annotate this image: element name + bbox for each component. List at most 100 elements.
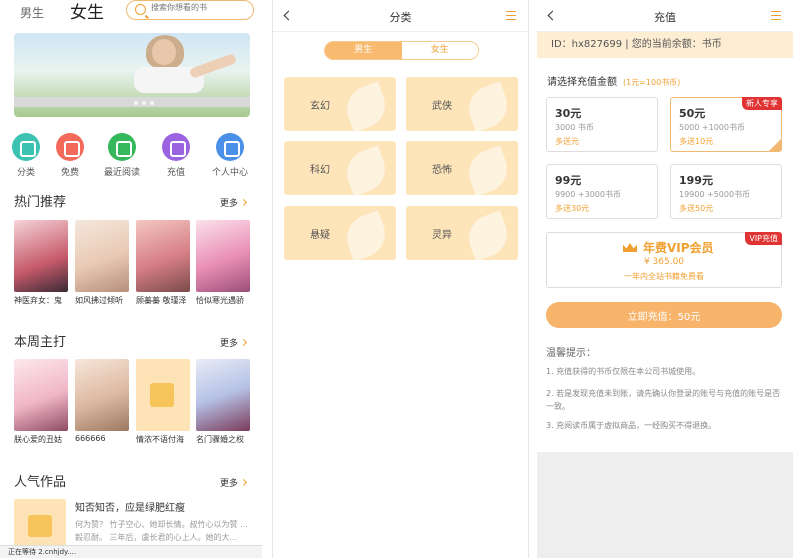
quick-link-label: 分类: [16, 168, 35, 178]
package-50[interactable]: 50元 5000 +1000书币 多送10元 新人专享: [670, 97, 782, 152]
quick-link-profile[interactable]: 个人中心: [206, 133, 254, 178]
category-tile[interactable]: 悬疑: [284, 206, 396, 260]
category-panel: 分类 男生 女生 玄幻 武侠 科幻 恐怖 悬疑 灵异: [272, 0, 529, 558]
more-link-hot[interactable]: 更多: [219, 196, 248, 209]
tip-item: 3. 充阅读币属于虚拟商品，一经购买不得退换。: [546, 421, 717, 430]
section-title-weekly: 本周主打: [14, 335, 67, 350]
book-item[interactable]: 如风拂过倾听: [75, 220, 129, 306]
home-panel: 男生 女生 分类 免费 最近阅读 充值: [0, 0, 262, 558]
book-item[interactable]: 名门骤婚之权: [196, 359, 250, 445]
quick-link-label: 最近阅读: [103, 168, 140, 178]
package-coins: 19900 +5000书币: [679, 190, 751, 199]
quick-link-recent[interactable]: 最近阅读: [98, 133, 146, 178]
category-tile[interactable]: 恐怖: [406, 141, 518, 195]
wallet-icon: [162, 133, 190, 161]
pay-now-button[interactable]: 立即充值：50元: [546, 302, 782, 328]
book-title: 如风拂过倾听: [75, 296, 123, 305]
book-item[interactable]: 顾蓁蓁 敬瑾泽: [136, 220, 190, 306]
category-tile[interactable]: 科幻: [284, 141, 396, 195]
book-cover: [136, 220, 190, 292]
book-item[interactable]: 情浓不语付海: [136, 359, 190, 445]
package-bonus: 多送50元: [679, 204, 714, 213]
banner-figure-head: [152, 39, 176, 65]
books-icon: [108, 133, 136, 161]
more-label: 更多: [219, 339, 238, 349]
banner-carousel[interactable]: [14, 33, 250, 117]
section-title-hot: 热门推荐: [14, 195, 67, 210]
menu-icon[interactable]: [771, 11, 781, 20]
search-box[interactable]: [126, 0, 254, 20]
vip-price: ¥ 365.00: [643, 257, 685, 267]
book-item[interactable]: 朕心爱的丑姑: [14, 359, 68, 445]
more-link-weekly[interactable]: 更多: [219, 336, 248, 349]
tab-male[interactable]: 男生: [20, 4, 44, 21]
account-info: ID：hx827699 | 您的当前余额：书币: [537, 32, 793, 58]
book-cover: [75, 220, 129, 292]
package-amount: 50元: [679, 107, 706, 120]
book-title: 情浓不语付海: [136, 435, 184, 444]
book-item[interactable]: 神医弃女：鬼: [14, 220, 68, 306]
book-description: 何为赞？ 竹子空心、她却长情。叔竹心以为赞 ... 毅忍耐。 三年后，虞长君的心…: [75, 520, 248, 542]
popular-book-item[interactable]: 知否知否，应是绿肥红瘦 何为赞？ 竹子空心、她却长情。叔竹心以为赞 ... 毅忍…: [14, 499, 254, 549]
category-label: 悬疑: [310, 230, 330, 241]
package-amount: 30元: [555, 107, 582, 120]
tab-female[interactable]: 女生: [70, 0, 104, 23]
crown-icon: [623, 243, 637, 252]
vip-package[interactable]: 年费VIP会员 ¥ 365.00 一年内全站书籍免费看 VIP充值: [546, 232, 782, 288]
quick-link-label: 个人中心: [211, 168, 248, 178]
vip-description: 一年内全站书籍免费看: [624, 272, 704, 281]
recharge-body: 请选择充值金额 (1元=100书币) 30元 3000 书币 多送元 50元 50…: [537, 58, 793, 452]
quick-link-category[interactable]: 分类: [2, 133, 50, 178]
more-label: 更多: [219, 199, 238, 209]
quick-link-label: 充值: [166, 168, 185, 178]
book-cover: [14, 220, 68, 292]
home-header: 男生 女生: [0, 0, 262, 24]
menu-icon[interactable]: [506, 11, 516, 20]
book-cover: [75, 359, 129, 431]
choose-amount-text: 请选择充值金额: [547, 77, 617, 88]
book-item[interactable]: 恰似寒光遇骄: [196, 220, 250, 306]
category-label: 玄幻: [310, 101, 330, 112]
tips-title: 温馨提示：: [546, 348, 596, 359]
quick-link-recharge[interactable]: 充值: [152, 133, 200, 178]
choose-amount-label: 请选择充值金额 (1元=100书币): [547, 73, 680, 88]
category-tile[interactable]: 武侠: [406, 77, 518, 131]
carousel-dots[interactable]: [132, 90, 156, 109]
category-label: 灵异: [432, 230, 452, 241]
quick-link-free[interactable]: 免费: [46, 133, 94, 178]
browser-status-bar: 正在等待 2.cnhjdy....: [0, 545, 262, 558]
seg-male[interactable]: 男生: [325, 42, 402, 59]
book-cover-placeholder: [14, 499, 66, 549]
category-tile[interactable]: 玄幻: [284, 77, 396, 131]
category-tile[interactable]: 灵异: [406, 206, 518, 260]
package-30[interactable]: 30元 3000 书币 多送元: [546, 97, 658, 152]
package-coins: 9900 +3000书币: [555, 190, 621, 199]
search-icon: [135, 4, 146, 15]
user-icon: [216, 133, 244, 161]
gender-switch: 男生 女生: [324, 41, 479, 60]
quick-link-label: 免费: [60, 168, 79, 178]
more-link-popular[interactable]: 更多: [220, 476, 248, 489]
package-99[interactable]: 99元 9900 +3000书币 多送30元: [546, 164, 658, 219]
package-bonus: 多送30元: [555, 204, 590, 213]
leaf-icon: [340, 145, 392, 195]
book-item[interactable]: 666666: [75, 359, 129, 443]
search-input[interactable]: [151, 3, 247, 12]
category-nav-bar: 分类: [273, 0, 528, 32]
leaf-icon: [462, 145, 514, 195]
book-title: 恰似寒光遇骄: [196, 296, 244, 305]
hot-book-row: 神医弃女：鬼 如风拂过倾听 顾蓁蓁 敬瑾泽 恰似寒光遇骄: [14, 220, 254, 310]
section-title-popular: 人气作品: [14, 475, 67, 490]
tip-item: 1. 充值获得的书币仅限在本公司书城使用。: [546, 367, 701, 376]
category-label: 恐怖: [432, 165, 452, 176]
book-title: 顾蓁蓁 敬瑾泽: [136, 296, 187, 305]
book-title: 名门骤婚之权: [196, 435, 244, 444]
package-amount: 99元: [555, 174, 582, 187]
recharge-panel: 充值 ID：hx827699 | 您的当前余额：书币 请选择充值金额 (1元=10…: [537, 0, 793, 558]
banner-figure-legs: [188, 53, 238, 79]
recharge-nav-bar: 充值: [537, 0, 793, 32]
package-199[interactable]: 199元 19900 +5000书币 多送50元: [670, 164, 782, 219]
seg-female[interactable]: 女生: [401, 42, 478, 59]
leaf-icon: [340, 81, 392, 131]
book-title: 666666: [75, 434, 106, 443]
